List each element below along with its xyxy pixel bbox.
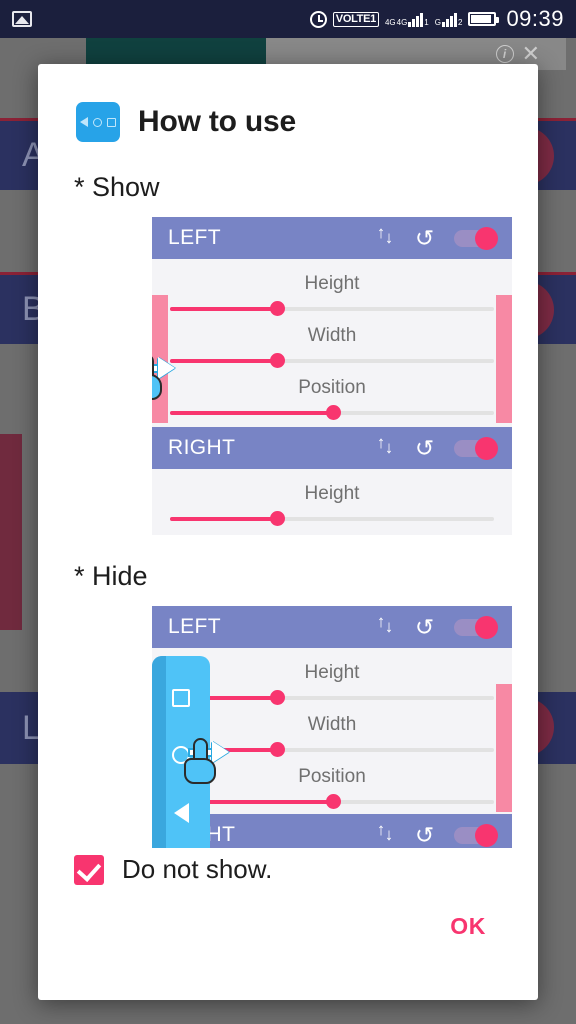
panel-header-left-hide: LEFT ↻: [152, 606, 512, 648]
toggle-switch-on[interactable]: [454, 437, 498, 460]
background-red-bar: [0, 434, 22, 630]
swipe-right-hand-icon: [152, 352, 196, 410]
swap-vertical-icon[interactable]: [377, 223, 395, 249]
reset-icon[interactable]: ↻: [415, 225, 434, 251]
slider-label-width: Width: [307, 325, 357, 346]
slider-track[interactable]: [170, 353, 494, 368]
signal-sim1: 4G 4G 1: [385, 11, 429, 27]
network-type-2: 4G: [396, 18, 408, 27]
slider-width-show: Width: [152, 311, 512, 368]
panel-label-left: LEFT: [168, 615, 221, 638]
square-recents-icon[interactable]: [172, 689, 190, 708]
do-not-show-label: Do not show.: [122, 854, 273, 884]
slider-label-height: Height: [304, 483, 360, 504]
show-illustration: LEFT ↻ Height Width Position: [152, 217, 512, 535]
clock-time: 09:39: [506, 6, 564, 31]
how-to-use-dialog: How to use * Show LEFT ↻ Height Width: [38, 64, 538, 1000]
image-icon: [12, 11, 32, 27]
reset-icon[interactable]: ↻: [415, 822, 434, 848]
signal-bars-1: [408, 11, 424, 27]
edge-bar-right-hide: [496, 684, 512, 812]
dialog-footer: Do not show. OK: [38, 854, 538, 1000]
swap-vertical-icon[interactable]: [377, 433, 395, 459]
swipe-right-hand-icon: [174, 736, 250, 794]
slider-track[interactable]: [170, 301, 494, 316]
section-heading-hide: * Hide: [74, 561, 148, 591]
reset-icon[interactable]: ↻: [415, 614, 434, 640]
status-bar-right: VOLTE1 4G 4G 1 G 2 09:39: [309, 6, 564, 32]
hide-illustration: LEFT ↻ Height Width Position: [152, 606, 512, 848]
panel-header-left: LEFT ↻: [152, 217, 512, 259]
signal-bars-2: [441, 11, 457, 27]
slider-position-show: Position: [152, 363, 512, 420]
triangle-back-icon[interactable]: [173, 802, 189, 823]
slider-track[interactable]: [170, 690, 494, 705]
navbar-app-icon: [76, 102, 120, 142]
swap-vertical-icon[interactable]: [377, 820, 395, 846]
info-icon[interactable]: i: [495, 45, 514, 63]
panel-header-right: RIGHT ↻: [152, 427, 512, 469]
sim1-index: 1: [424, 18, 429, 27]
panel-tools: ↻: [377, 223, 498, 251]
toggle-switch-on[interactable]: [454, 227, 498, 250]
volte-badge: VOLTE1: [332, 11, 379, 27]
sim2-index: 2: [457, 18, 463, 27]
panel-tools: ↻: [377, 820, 498, 848]
panel-label-right: RIGHT: [168, 436, 236, 459]
slider-height-show: Height: [152, 259, 512, 316]
dialog-actions: OK: [38, 885, 538, 1000]
edge-bar-right-show: [496, 295, 512, 423]
do-not-show-row[interactable]: Do not show.: [38, 854, 538, 885]
status-bar: VOLTE1 4G 4G 1 G 2 09:39: [0, 0, 576, 38]
ad-controls: i ✕: [495, 43, 566, 65]
panel-tools: ↻: [377, 433, 498, 461]
network-type-3: G: [434, 18, 441, 27]
signal-sim2: G 2: [434, 11, 463, 27]
section-heading-show: * Show: [74, 172, 160, 202]
slider-label-height: Height: [304, 662, 360, 683]
battery-icon: [468, 12, 500, 26]
panel-tools: ↻: [377, 612, 498, 640]
ok-button[interactable]: OK: [450, 913, 486, 940]
panel-label-left: LEFT: [168, 226, 221, 249]
network-type-1: 4G: [384, 18, 396, 27]
reset-icon[interactable]: ↻: [415, 435, 434, 461]
slider-track[interactable]: [170, 511, 494, 526]
close-icon[interactable]: ✕: [522, 43, 540, 65]
swap-vertical-icon[interactable]: [377, 612, 395, 638]
dialog-header: How to use: [38, 64, 538, 142]
do-not-show-checkbox[interactable]: [74, 854, 104, 885]
slider-track[interactable]: [170, 794, 494, 809]
page-title: How to use: [138, 105, 297, 138]
alarm-clock-icon: [309, 10, 327, 28]
status-bar-left: [12, 11, 32, 27]
slider-track[interactable]: [170, 405, 494, 420]
toggle-switch-on[interactable]: [454, 616, 498, 639]
slider-height-right: Height: [152, 469, 512, 526]
toggle-switch-on[interactable]: [454, 824, 498, 847]
slider-label-height: Height: [304, 273, 360, 294]
